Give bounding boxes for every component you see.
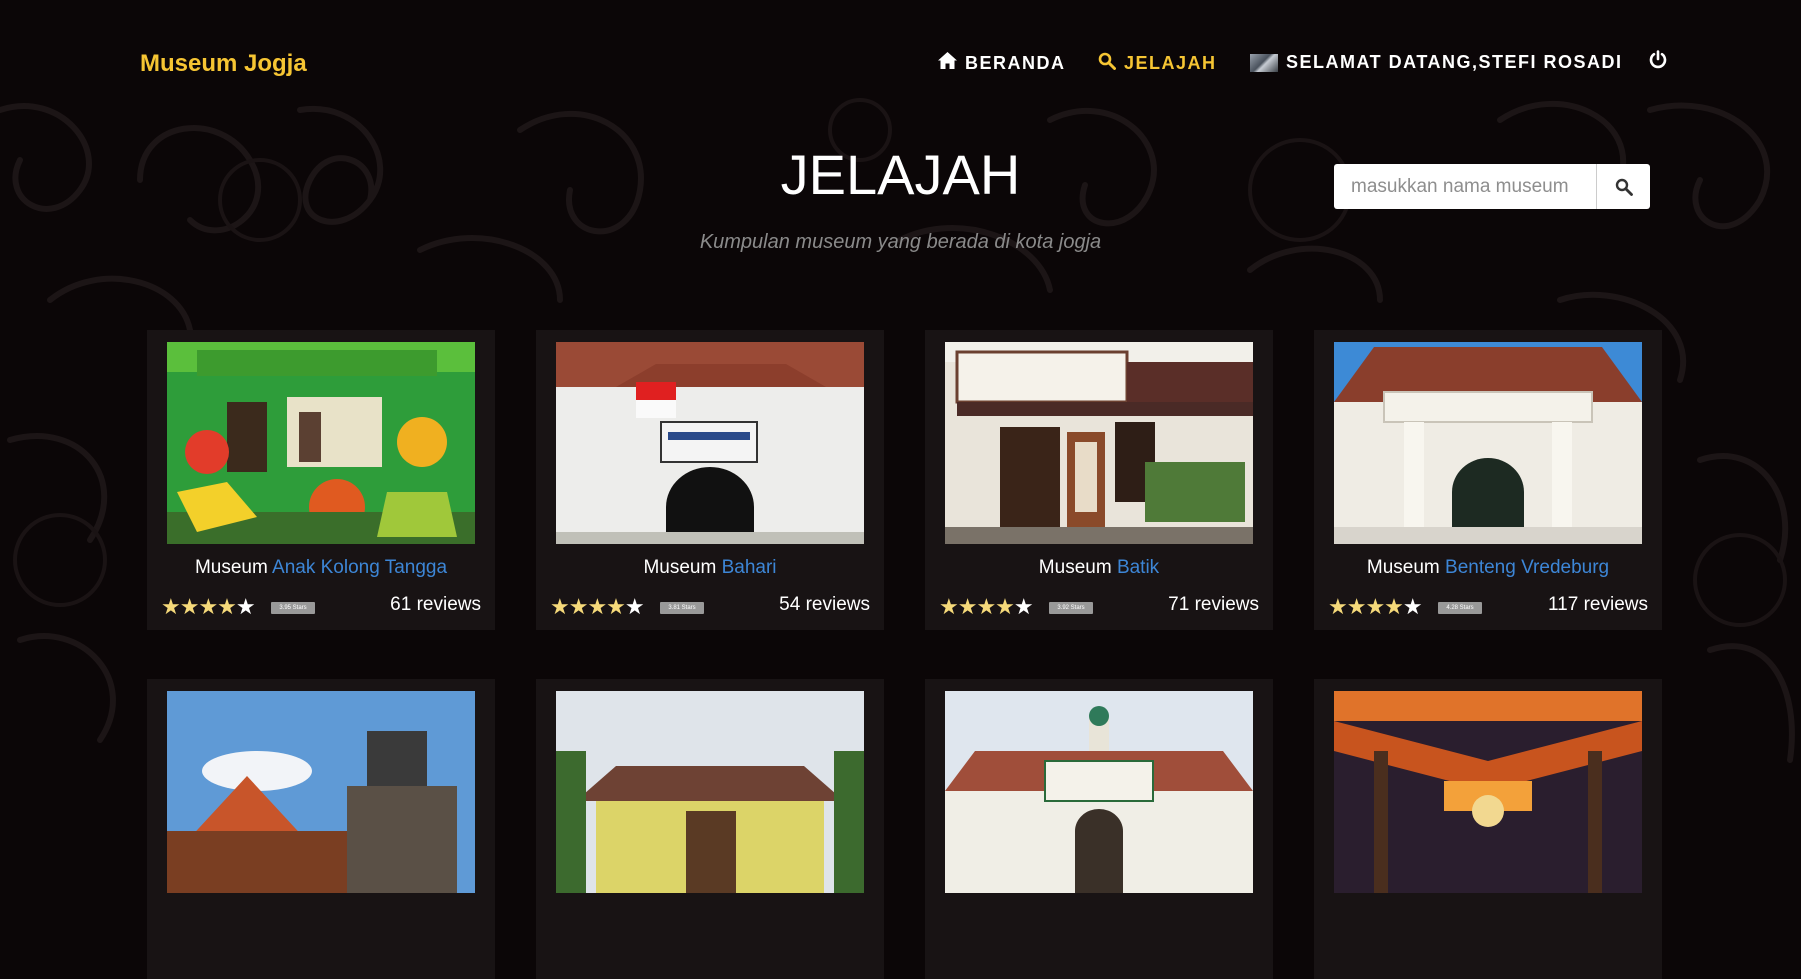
search-bar <box>1334 164 1650 209</box>
museum-photo[interactable] <box>1334 691 1642 893</box>
museum-photo[interactable] <box>945 691 1253 893</box>
museum-photo[interactable] <box>556 342 864 544</box>
museum-card[interactable]: Museum Batik ★★★★★ 3.92 Stars 71 reviews <box>925 330 1273 630</box>
museum-prefix: Museum <box>1366 557 1440 578</box>
rating-badge: 3.95 Stars <box>271 602 315 614</box>
museum-prefix: Museum <box>643 557 717 578</box>
rating-badge: 3.81 Stars <box>660 602 704 614</box>
nav-home[interactable]: BERANDA <box>938 52 1066 74</box>
museum-photo[interactable] <box>1334 342 1642 544</box>
rating-stars: ★★★★★ <box>161 594 256 619</box>
nav-user[interactable]: SELAMAT DATANG,STEFI ROSADI <box>1250 52 1623 73</box>
home-icon <box>938 52 957 74</box>
museum-title[interactable]: Museum Batik <box>925 557 1273 579</box>
search-button[interactable] <box>1596 164 1650 209</box>
rating-stars: ★★★★★ <box>939 594 1034 619</box>
search-input[interactable] <box>1334 165 1596 208</box>
museum-name-link[interactable]: Benteng Vredeburg <box>1445 557 1609 578</box>
museum-title[interactable]: Museum Benteng Vredeburg <box>1314 557 1662 579</box>
museum-name-link[interactable]: Bahari <box>722 557 777 578</box>
review-count[interactable]: 61 reviews <box>390 594 481 616</box>
power-icon[interactable] <box>1648 50 1668 75</box>
museum-prefix: Museum <box>1038 557 1112 578</box>
museum-card[interactable]: Museum Benteng Vredeburg ★★★★★ 4.28 Star… <box>1314 330 1662 630</box>
rating-stars: ★★★★★ <box>550 594 645 619</box>
museum-name-link[interactable]: Anak Kolong Tangga <box>272 557 447 578</box>
museum-card[interactable]: Museum Bahari ★★★★★ 3.81 Stars 54 review… <box>536 330 884 630</box>
museum-card[interactable] <box>536 679 884 979</box>
museum-prefix: Museum <box>194 557 268 578</box>
rating-badge: 4.28 Stars <box>1438 602 1482 614</box>
nav-explore[interactable]: JELAJAH <box>1098 52 1217 75</box>
nav-home-label: BERANDA <box>965 52 1066 73</box>
avatar <box>1250 53 1278 72</box>
museum-photo[interactable] <box>945 342 1253 544</box>
review-count[interactable]: 71 reviews <box>1168 594 1259 616</box>
museum-photo[interactable] <box>167 342 475 544</box>
museum-card[interactable] <box>925 679 1273 979</box>
nav-explore-label: JELAJAH <box>1124 53 1217 73</box>
museum-photo[interactable] <box>167 691 475 893</box>
nav-user-label: SELAMAT DATANG,STEFI ROSADI <box>1286 52 1623 72</box>
search-icon <box>1615 178 1633 196</box>
museum-photo[interactable] <box>556 691 864 893</box>
rating-stars: ★★★★★ <box>1328 594 1423 619</box>
museum-card[interactable] <box>1314 679 1662 979</box>
page-subtitle: Kumpulan museum yang berada di kota jogj… <box>699 231 1102 253</box>
museum-card[interactable]: Museum Anak Kolong Tangga ★★★★★ 3.95 Sta… <box>147 330 495 630</box>
museum-title[interactable]: Museum Bahari <box>536 557 884 579</box>
review-count[interactable]: 117 reviews <box>1548 594 1648 616</box>
navbar: Museum Jogja BERANDA JELAJAH SELAMAT DAT… <box>0 0 1801 100</box>
museum-title[interactable]: Museum Anak Kolong Tangga <box>147 557 495 579</box>
review-count[interactable]: 54 reviews <box>779 594 870 616</box>
brand-logo[interactable]: Museum Jogja <box>140 50 307 78</box>
museum-name-link[interactable]: Batik <box>1117 557 1159 578</box>
museum-card[interactable] <box>147 679 495 979</box>
search-icon <box>1098 52 1116 75</box>
rating-badge: 3.92 Stars <box>1049 602 1093 614</box>
